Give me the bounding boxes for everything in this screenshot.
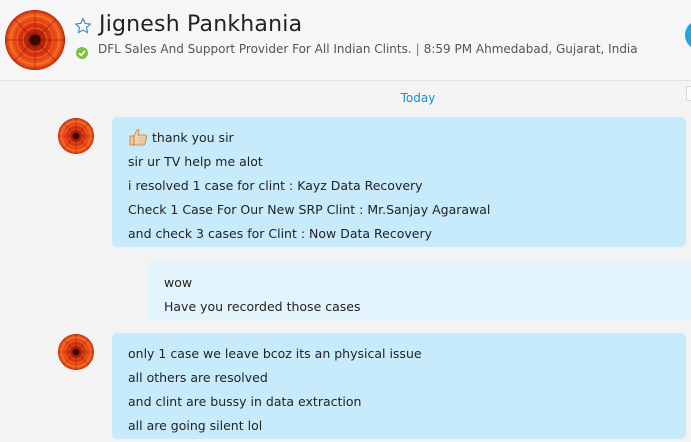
mood-message: DFL Sales And Support Provider For All I… bbox=[98, 42, 638, 56]
message-line: i resolved 1 case for clint : Kayz Data … bbox=[128, 178, 423, 193]
mood-separator: | bbox=[415, 42, 420, 56]
thumbs-up-emoticon-icon bbox=[128, 128, 148, 146]
message-line: only 1 case we leave bcoz its an physica… bbox=[128, 346, 422, 361]
message-line: wow bbox=[164, 275, 193, 290]
message-line: all are going silent lol bbox=[128, 418, 263, 433]
online-check-icon bbox=[76, 44, 88, 59]
contact-avatar[interactable] bbox=[5, 10, 65, 70]
message-line: thank you sir bbox=[128, 126, 670, 150]
day-separator: Today bbox=[400, 91, 436, 105]
scrollbar-handle[interactable] bbox=[686, 86, 691, 101]
call-button[interactable] bbox=[685, 20, 691, 50]
message-line: Check 1 Case For Our New SRP Clint : Mr.… bbox=[128, 202, 491, 217]
message-text: thank you sir bbox=[152, 130, 234, 145]
message-line: and check 3 cases for Clint : Now Data R… bbox=[128, 226, 432, 241]
sender-avatar[interactable] bbox=[58, 334, 94, 370]
local-time: 8:59 PM Ahmedabad, Gujarat, India bbox=[423, 42, 638, 56]
message-line: all others are resolved bbox=[128, 370, 268, 385]
message-bubble-incoming[interactable]: only 1 case we leave bcoz its an physica… bbox=[112, 333, 686, 439]
message-line: sir ur TV help me alot bbox=[128, 154, 263, 169]
star-outline-icon[interactable] bbox=[74, 17, 92, 35]
message-bubble-outgoing[interactable]: wow Have you recorded those cases bbox=[148, 262, 691, 320]
message-line: and clint are bussy in data extraction bbox=[128, 394, 362, 409]
message-bubble-incoming[interactable]: thank you sir sir ur TV help me alot i r… bbox=[112, 117, 686, 247]
contact-name[interactable]: Jignesh Pankhania bbox=[99, 12, 302, 37]
header-divider bbox=[0, 80, 691, 81]
sender-avatar[interactable] bbox=[58, 118, 94, 154]
conversation-header: Jignesh Pankhania DFL Sales And Support … bbox=[0, 0, 691, 80]
mood-text: DFL Sales And Support Provider For All I… bbox=[98, 42, 412, 56]
message-line: Have you recorded those cases bbox=[164, 299, 361, 314]
